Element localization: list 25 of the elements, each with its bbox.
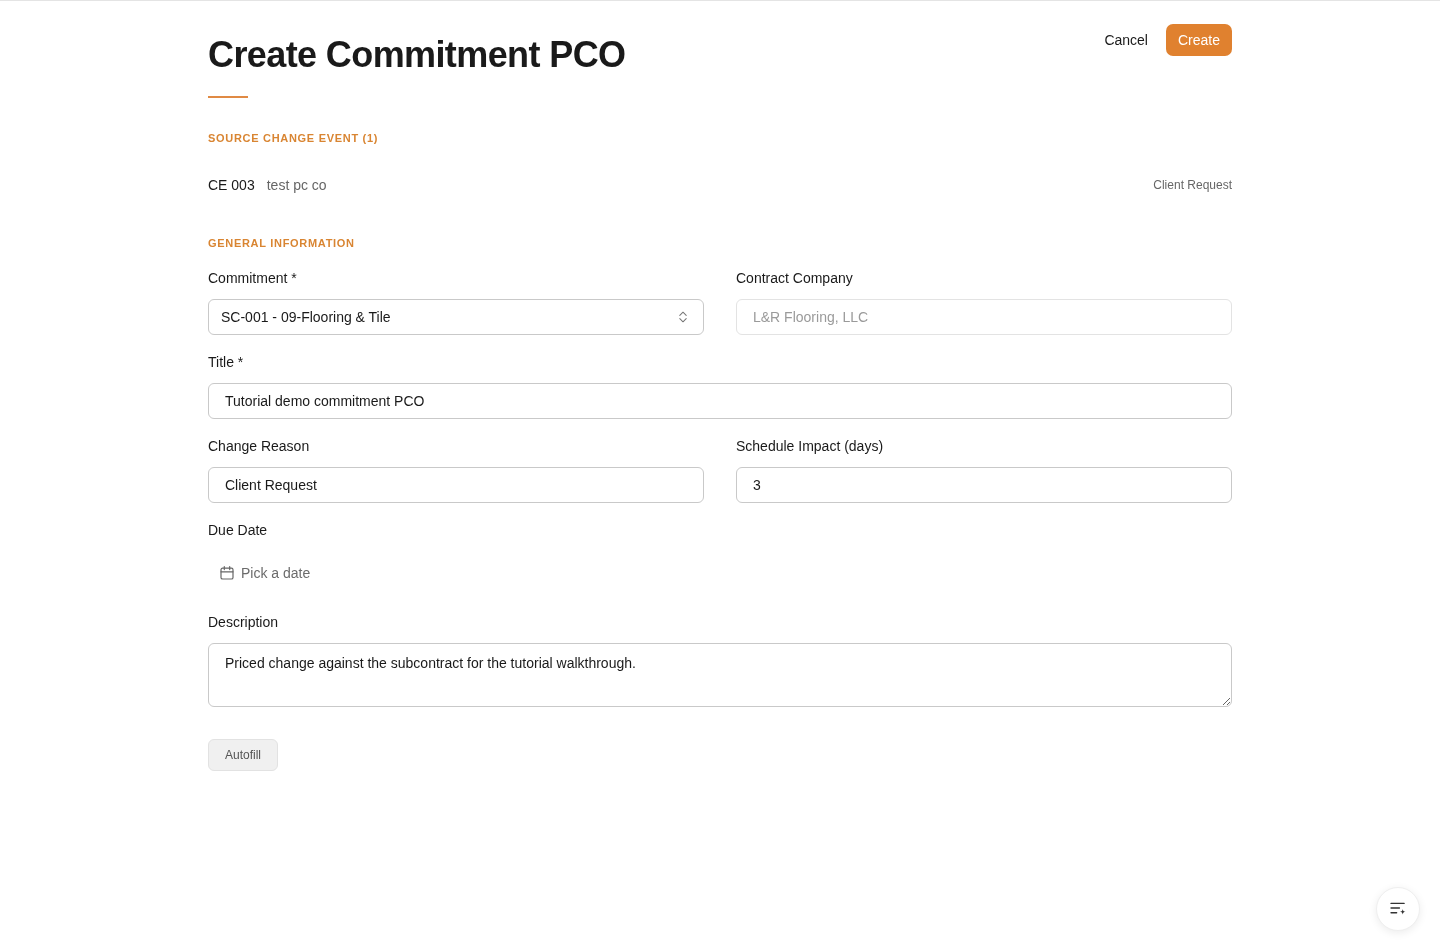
floating-action-button[interactable]	[1376, 887, 1420, 931]
field-label: Title *	[208, 353, 245, 372]
event-number: CE 003	[208, 176, 255, 195]
select-field[interactable]: SC-001 - 09-Flooring & Tile	[208, 299, 704, 335]
chevron-up-down-icon	[679, 311, 687, 323]
event-name: test pc co	[266, 176, 327, 195]
field-label: Change Reason	[208, 437, 311, 456]
page-title: Create Commitment PCO	[208, 33, 626, 77]
list-sparkle-icon	[1389, 902, 1407, 916]
field-label: Due Date	[208, 521, 269, 540]
field-label: Contract Company	[736, 269, 854, 288]
text-field[interactable]: 3	[736, 467, 1232, 503]
section-heading: SOURCE CHANGE EVENT (1)	[208, 131, 380, 146]
section-heading: GENERAL INFORMATION	[208, 236, 356, 251]
description-field[interactable]: Priced change against the subcontract for the tutorial walkthrough.	[208, 643, 1232, 707]
event-reason: Client Request	[1153, 177, 1232, 194]
field-label: Description	[208, 613, 280, 632]
field-label: Schedule Impact (days)	[736, 437, 885, 456]
date-picker-button[interactable]: Pick a date	[208, 555, 323, 591]
cancel-button[interactable]: Cancel	[1092, 24, 1160, 56]
calendar-icon	[220, 566, 234, 580]
autofill-button[interactable]: Autofill	[208, 739, 279, 771]
text-field[interactable]: Tutorial demo commitment PCO	[208, 383, 1232, 419]
text-field[interactable]: Client Request	[208, 467, 704, 503]
field-label: Commitment *	[208, 269, 298, 288]
